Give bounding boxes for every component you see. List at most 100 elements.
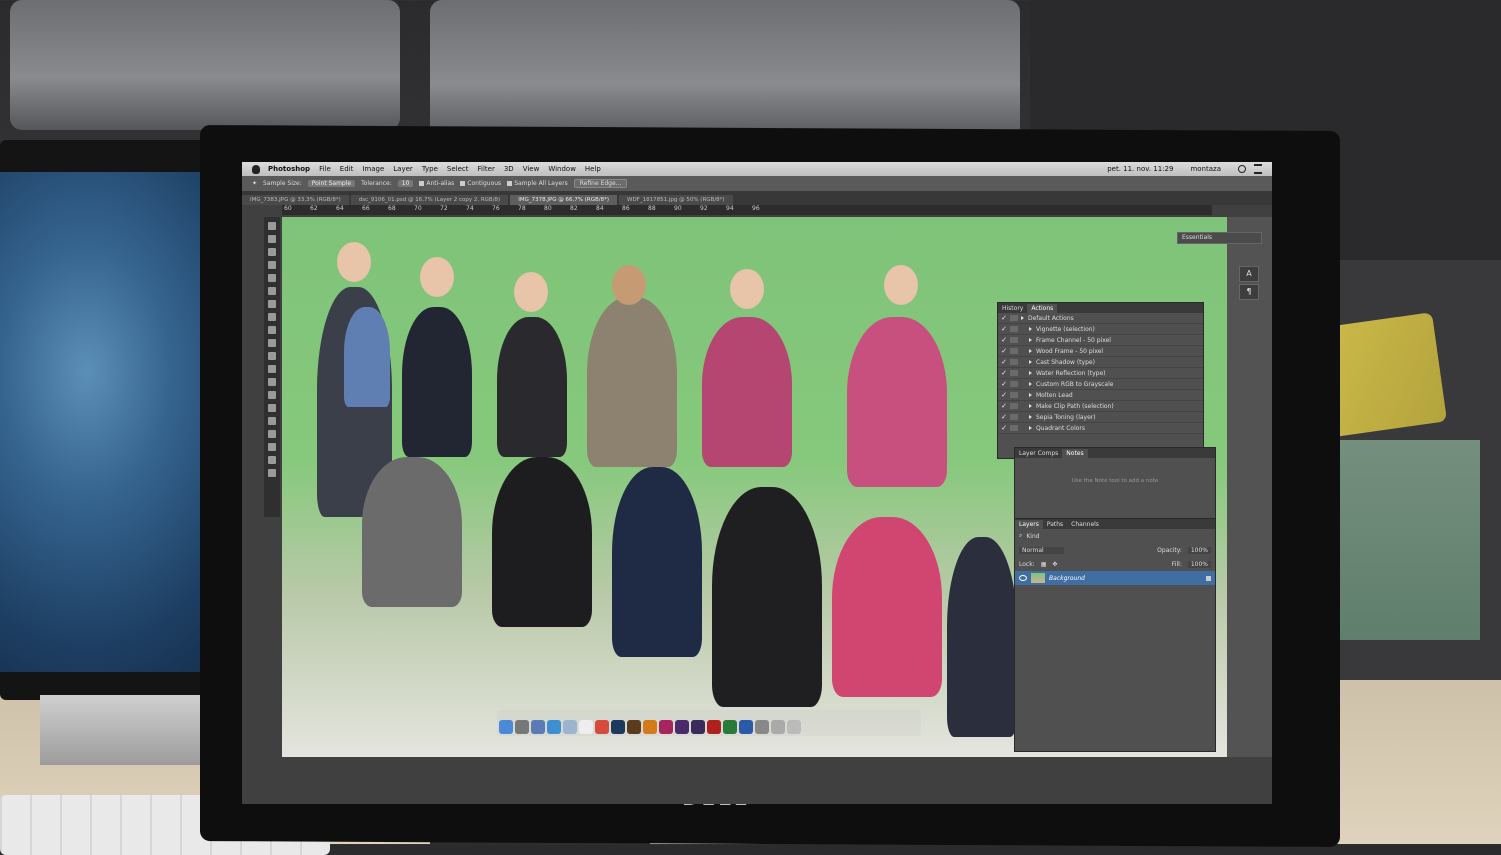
check-icon[interactable]: ✓ [998, 380, 1010, 388]
sample-size-select[interactable]: Point Sample [307, 180, 356, 187]
tab-paths[interactable]: Paths [1043, 520, 1067, 529]
safari-icon[interactable] [547, 720, 561, 734]
document-tab-active[interactable]: IMG_7378.JPG @ 66,7% (RGB/8*) [510, 195, 617, 205]
action-row[interactable]: ✓ Sepia Toning (layer) [998, 412, 1203, 423]
crop-tool-icon[interactable] [268, 274, 276, 282]
sample-all-layers-checkbox[interactable]: Sample All Layers [507, 180, 568, 187]
check-icon[interactable]: ✓ [998, 314, 1010, 322]
premiere-icon[interactable] [675, 720, 689, 734]
downloads-icon[interactable] [771, 720, 785, 734]
mission-control-icon[interactable] [531, 720, 545, 734]
expand-triangle-icon[interactable] [1029, 371, 1032, 375]
zoom-tool-icon[interactable] [268, 469, 276, 477]
move-tool-icon[interactable] [268, 222, 276, 230]
pen-tool-icon[interactable] [268, 404, 276, 412]
expand-triangle-icon[interactable] [1021, 316, 1024, 320]
spotlight-search-icon[interactable] [1238, 165, 1246, 173]
opacity-input[interactable]: 100% [1187, 546, 1211, 554]
eyedropper-tool-icon[interactable] [268, 287, 276, 295]
menu-app-name[interactable]: Photoshop [268, 165, 310, 173]
aftereffects-icon[interactable] [691, 720, 705, 734]
action-row[interactable]: ✓ Cast Shadow (type) [998, 357, 1203, 368]
check-icon[interactable]: ✓ [998, 336, 1010, 344]
magic-wand-tool-icon[interactable] [268, 261, 276, 269]
tolerance-input[interactable]: 10 [397, 180, 414, 187]
tab-actions[interactable]: Actions [1027, 304, 1058, 313]
dialog-toggle-icon[interactable] [1010, 414, 1018, 420]
dialog-toggle-icon[interactable] [1010, 370, 1018, 376]
action-row[interactable]: ✓ Vignette (selection) [998, 324, 1203, 335]
expand-triangle-icon[interactable] [1029, 404, 1032, 408]
bridge-icon[interactable] [627, 720, 641, 734]
dialog-toggle-icon[interactable] [1010, 392, 1018, 398]
expand-triangle-icon[interactable] [1029, 349, 1032, 353]
gradient-tool-icon[interactable] [268, 365, 276, 373]
lock-position-icon[interactable]: ✥ [1052, 561, 1057, 568]
layer-name[interactable]: Background [1049, 575, 1085, 582]
menu-help[interactable]: Help [585, 165, 601, 173]
paragraph-panel-icon[interactable]: ¶ [1239, 284, 1259, 300]
acrobat-icon[interactable] [707, 720, 721, 734]
calendar-icon[interactable] [579, 720, 593, 734]
illustrator-icon[interactable] [643, 720, 657, 734]
character-panel-icon[interactable]: A [1239, 266, 1259, 282]
mail-icon[interactable] [563, 720, 577, 734]
trash-icon[interactable] [787, 720, 801, 734]
blur-tool-icon[interactable] [268, 378, 276, 386]
apple-icon[interactable] [252, 164, 260, 174]
photoshop-icon[interactable] [611, 720, 625, 734]
layer-kind-filter[interactable]: Kind [1026, 533, 1039, 540]
document-tab[interactable]: dsc_9106_01.psd @ 16,7% (Layer 2 copy 2,… [350, 195, 509, 205]
check-icon[interactable]: ✓ [998, 347, 1010, 355]
lock-pixels-icon[interactable]: ▦ [1041, 561, 1047, 568]
check-icon[interactable]: ✓ [998, 325, 1010, 333]
menu-select[interactable]: Select [447, 165, 469, 173]
stamp-tool-icon[interactable] [268, 326, 276, 334]
expand-triangle-icon[interactable] [1029, 338, 1032, 342]
contiguous-checkbox[interactable]: Contiguous [460, 180, 501, 187]
tab-history[interactable]: History [998, 304, 1027, 313]
chrome-icon[interactable] [595, 720, 609, 734]
menu-filter[interactable]: Filter [478, 165, 495, 173]
fill-input[interactable]: 100% [1187, 560, 1211, 568]
tab-notes[interactable]: Notes [1062, 449, 1088, 458]
menu-3d[interactable]: 3D [504, 165, 514, 173]
visibility-eye-icon[interactable] [1019, 575, 1027, 581]
check-icon[interactable]: ✓ [998, 413, 1010, 421]
dialog-toggle-icon[interactable] [1010, 381, 1018, 387]
check-icon[interactable]: ✓ [998, 391, 1010, 399]
word-icon[interactable] [739, 720, 753, 734]
menu-image[interactable]: Image [362, 165, 384, 173]
expand-triangle-icon[interactable] [1029, 415, 1032, 419]
document-tab[interactable]: IMG_7383.JPG @ 33,3% (RGB/8*) [242, 195, 349, 205]
tab-layers[interactable]: Layers [1015, 520, 1043, 529]
action-row[interactable]: ✓ Frame Channel - 50 pixel [998, 335, 1203, 346]
dialog-toggle-icon[interactable] [1010, 315, 1018, 321]
action-row[interactable]: ✓ Wood Frame - 50 pixel [998, 346, 1203, 357]
workspace-switcher[interactable]: Essentials [1177, 232, 1262, 244]
check-icon[interactable]: ✓ [998, 358, 1010, 366]
brush-tool-icon[interactable] [268, 313, 276, 321]
eraser-tool-icon[interactable] [268, 352, 276, 360]
action-row[interactable]: ✓ Quadrant Colors [998, 423, 1203, 434]
dialog-toggle-icon[interactable] [1010, 348, 1018, 354]
dialog-toggle-icon[interactable] [1010, 326, 1018, 332]
anti-alias-checkbox[interactable]: Anti-alias [419, 180, 454, 187]
marquee-tool-icon[interactable] [268, 235, 276, 243]
launchpad-icon[interactable] [515, 720, 529, 734]
expand-triangle-icon[interactable] [1029, 360, 1032, 364]
menu-layer[interactable]: Layer [393, 165, 413, 173]
system-preferences-icon[interactable] [755, 720, 769, 734]
dodge-tool-icon[interactable] [268, 391, 276, 399]
layer-row[interactable]: Background [1015, 571, 1215, 585]
lasso-tool-icon[interactable] [268, 248, 276, 256]
blend-mode-select[interactable]: Normal [1019, 546, 1064, 554]
magic-wand-tool-icon[interactable]: ✦ [252, 180, 257, 187]
excel-icon[interactable] [723, 720, 737, 734]
menu-window[interactable]: Window [548, 165, 576, 173]
dialog-toggle-icon[interactable] [1010, 403, 1018, 409]
menu-edit[interactable]: Edit [340, 165, 354, 173]
check-icon[interactable]: ✓ [998, 369, 1010, 377]
menu-view[interactable]: View [523, 165, 540, 173]
hand-tool-icon[interactable] [268, 456, 276, 464]
